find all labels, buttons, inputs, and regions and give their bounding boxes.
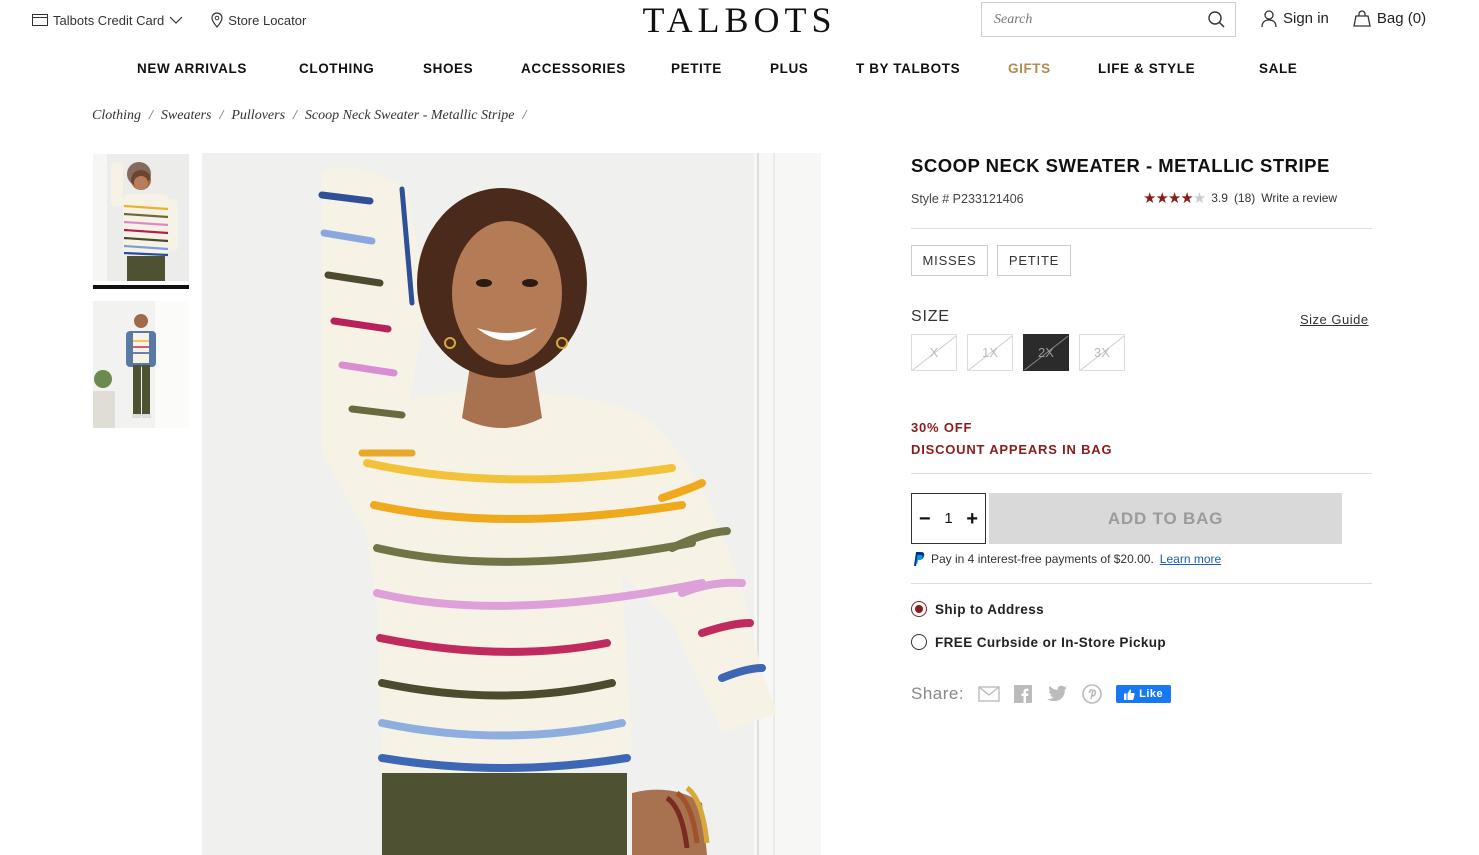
nav-petite[interactable]: PETITE (671, 61, 770, 76)
email-share-icon[interactable] (978, 686, 1000, 702)
radio-selected-icon[interactable] (911, 601, 927, 617)
pinterest-share-icon[interactable] (1082, 684, 1102, 704)
search-icon[interactable] (1208, 11, 1225, 28)
size-option-3x[interactable]: 3X (1079, 334, 1125, 371)
size-option-label: X (929, 345, 939, 360)
thumbs-up-icon (1124, 689, 1135, 700)
facebook-like-label: Like (1139, 688, 1164, 700)
write-review-link[interactable]: Write a review (1261, 191, 1337, 205)
shopping-bag-icon (1353, 10, 1371, 27)
share-label: Share: (911, 684, 965, 703)
nav-sale[interactable]: SALE (1259, 61, 1297, 76)
nav-accessories[interactable]: ACCESSORIES (521, 61, 671, 76)
nav-plus[interactable]: PLUS (770, 61, 856, 76)
paypal-installments: Pay in 4 interest-free payments of $20.0… (911, 551, 1221, 567)
product-thumbnail-front[interactable] (93, 154, 189, 281)
size-option-x[interactable]: X (911, 334, 957, 371)
product-rating[interactable]: ★★★★★ 3.9 (18) Write a review (1143, 189, 1337, 207)
active-thumbnail-indicator (93, 285, 189, 289)
divider (911, 228, 1372, 229)
rating-count: (18) (1233, 191, 1256, 205)
quantity-value[interactable]: 1 (944, 510, 952, 527)
divider (911, 583, 1372, 584)
search-input[interactable] (994, 11, 1208, 28)
breadcrumb-clothing[interactable]: Clothing (92, 108, 141, 124)
promo-percent: 30% OFF (911, 420, 973, 435)
rating-stars-icon: ★★★★★ (1143, 190, 1206, 207)
main-nav: NEW ARRIVALS CLOTHING SHOES ACCESSORIES … (137, 61, 1297, 76)
credit-card-link[interactable]: Talbots Credit Card (32, 13, 183, 28)
nav-shoes[interactable]: SHOES (423, 61, 521, 76)
divider (911, 473, 1372, 474)
size-option-label: 1X (982, 345, 998, 360)
nav-clothing[interactable]: CLOTHING (299, 61, 423, 76)
rating-value: 3.9 (1211, 191, 1228, 205)
store-locator-label: Store Locator (228, 12, 307, 28)
share-bar: Share: Like (911, 684, 1172, 704)
store-locator-link[interactable]: Store Locator (211, 12, 306, 28)
paypal-text: Pay in 4 interest-free payments of $20.0… (931, 552, 1154, 566)
promo-message: 30% OFF DISCOUNT APPEARS IN BAG (911, 417, 1112, 461)
size-option-label: 2X (1038, 345, 1054, 360)
promo-note: DISCOUNT APPEARS IN BAG (911, 442, 1113, 457)
breadcrumb-sweaters[interactable]: Sweaters (161, 108, 212, 124)
fit-misses-button[interactable]: MISSES (911, 245, 988, 276)
decrease-quantity-button[interactable]: − (919, 509, 931, 529)
nav-life-and-style[interactable]: LIFE & STYLE (1098, 61, 1259, 76)
paypal-learn-more-link[interactable]: Learn more (1160, 552, 1221, 566)
increase-quantity-button[interactable]: + (966, 509, 978, 529)
bag-label: Bag (0) (1376, 10, 1427, 27)
radio-unselected-icon[interactable] (911, 634, 927, 650)
credit-card-label: Talbots Credit Card (53, 12, 165, 28)
bag-link[interactable]: Bag (0) (1353, 10, 1426, 27)
fit-petite-button[interactable]: PETITE (997, 245, 1071, 276)
size-option-label: 3X (1094, 345, 1110, 360)
nav-new-arrivals[interactable]: NEW ARRIVALS (137, 61, 299, 76)
size-option-2x[interactable]: 2X (1023, 334, 1069, 371)
credit-card-icon (32, 14, 48, 26)
paypal-icon (914, 552, 925, 566)
product-thumbnail-full-body[interactable] (93, 301, 189, 428)
chevron-down-icon (169, 16, 183, 24)
breadcrumb-current: Scoop Neck Sweater - Metallic Stripe (304, 108, 515, 123)
product-style-number: Style # P233121406 (911, 192, 1024, 206)
breadcrumb-separator: / (522, 108, 527, 123)
utility-left: Talbots Credit Card Store Locator (32, 12, 306, 28)
facebook-like-button[interactable]: Like (1116, 685, 1172, 703)
quantity-stepper: − 1 + (911, 493, 986, 544)
search-bar (981, 2, 1236, 37)
ship-to-address-option[interactable]: Ship to Address (911, 601, 1044, 617)
twitter-share-icon[interactable] (1046, 685, 1068, 703)
sign-in-label: Sign in (1283, 10, 1329, 27)
map-pin-icon (211, 12, 223, 28)
size-label: SIZE (911, 308, 950, 325)
size-option-1x[interactable]: 1X (967, 334, 1013, 371)
pickup-option[interactable]: FREE Curbside or In-Store Pickup (911, 634, 1166, 650)
breadcrumb-pullovers[interactable]: Pullovers (231, 108, 285, 124)
breadcrumb-separator: / (219, 108, 224, 123)
breadcrumb-separator: / (293, 108, 297, 123)
ship-to-address-label: Ship to Address (935, 601, 1045, 617)
breadcrumb: Clothing / Sweaters / Pullovers / Scoop Nec… (92, 108, 526, 124)
pickup-label: FREE Curbside or In-Store Pickup (935, 634, 1167, 650)
facebook-share-icon[interactable] (1014, 685, 1033, 703)
user-icon (1261, 10, 1277, 27)
nav-gifts[interactable]: GIFTS (1008, 61, 1098, 76)
breadcrumb-separator: / (149, 108, 153, 123)
nav-t-by-talbots[interactable]: T BY TALBOTS (856, 61, 1008, 76)
sign-in-link[interactable]: Sign in (1261, 10, 1329, 27)
add-to-bag-button[interactable]: ADD TO BAG (989, 493, 1342, 544)
utility-right: Sign in Bag (0) (1261, 10, 1426, 27)
product-title: SCOOP NECK SWEATER - METALLIC STRIPE (911, 155, 1330, 176)
product-main-image[interactable] (202, 153, 821, 855)
size-guide-link[interactable]: Size Guide (1300, 312, 1369, 327)
